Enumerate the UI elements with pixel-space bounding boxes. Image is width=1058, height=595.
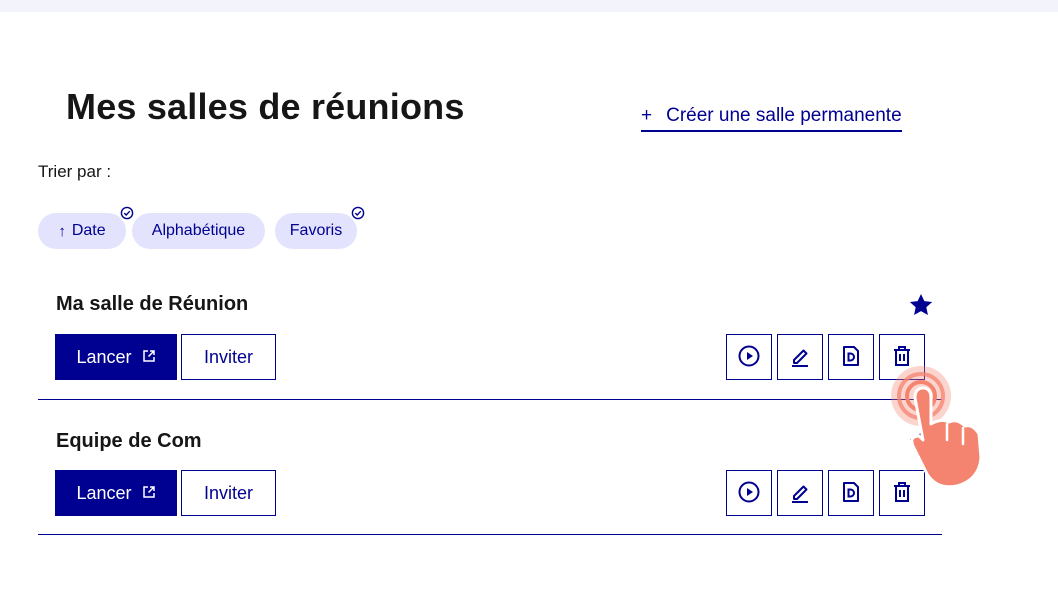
star-icon[interactable] xyxy=(908,292,934,323)
edit-button[interactable] xyxy=(777,470,823,516)
sort-tag-label: Favoris xyxy=(289,222,343,239)
check-circle-icon xyxy=(120,206,134,220)
top-banner xyxy=(0,0,1058,12)
play-icon xyxy=(737,344,761,371)
room-name: Equipe de Com xyxy=(56,430,202,452)
launch-button[interactable]: Lancer xyxy=(55,334,177,380)
edit-icon xyxy=(788,344,812,371)
page-title: Mes salles de réunions xyxy=(66,86,465,127)
external-link-icon xyxy=(142,483,156,504)
arrow-up-icon: ↑ xyxy=(58,222,66,240)
divider xyxy=(38,534,942,535)
sort-tag-alphabetique[interactable]: Alphabétique xyxy=(132,213,265,249)
invite-button[interactable]: Inviter xyxy=(181,470,276,516)
plus-icon: + xyxy=(641,105,653,126)
sort-tag-date[interactable]: ↑ Date xyxy=(38,206,134,249)
play-button[interactable] xyxy=(726,470,772,516)
document-button[interactable] xyxy=(828,334,874,380)
edit-button[interactable] xyxy=(777,334,823,380)
create-link-label: Créer une salle permanente xyxy=(666,105,902,126)
sort-label: Trier par : xyxy=(38,162,112,181)
check-circle-icon xyxy=(351,206,365,220)
document-icon xyxy=(839,344,863,371)
sort-tag-label: Date xyxy=(71,222,106,239)
document-icon xyxy=(839,480,863,507)
invite-button[interactable]: Inviter xyxy=(181,334,276,380)
external-link-icon xyxy=(142,347,156,368)
launch-label: Lancer xyxy=(76,482,132,503)
room-name: Ma salle de Réunion xyxy=(56,293,249,315)
play-icon xyxy=(737,480,761,507)
play-button[interactable] xyxy=(726,334,772,380)
document-button[interactable] xyxy=(828,470,874,516)
hand-pointer-icon xyxy=(885,362,995,497)
sort-tag-favoris[interactable]: Favoris xyxy=(275,206,365,249)
divider xyxy=(38,399,942,400)
edit-icon xyxy=(788,480,812,507)
launch-button[interactable]: Lancer xyxy=(55,470,177,516)
create-permanent-room-link[interactable]: + Créer une salle permanente xyxy=(641,105,902,132)
launch-label: Lancer xyxy=(76,346,132,367)
sort-tag-label: Alphabétique xyxy=(151,222,246,239)
